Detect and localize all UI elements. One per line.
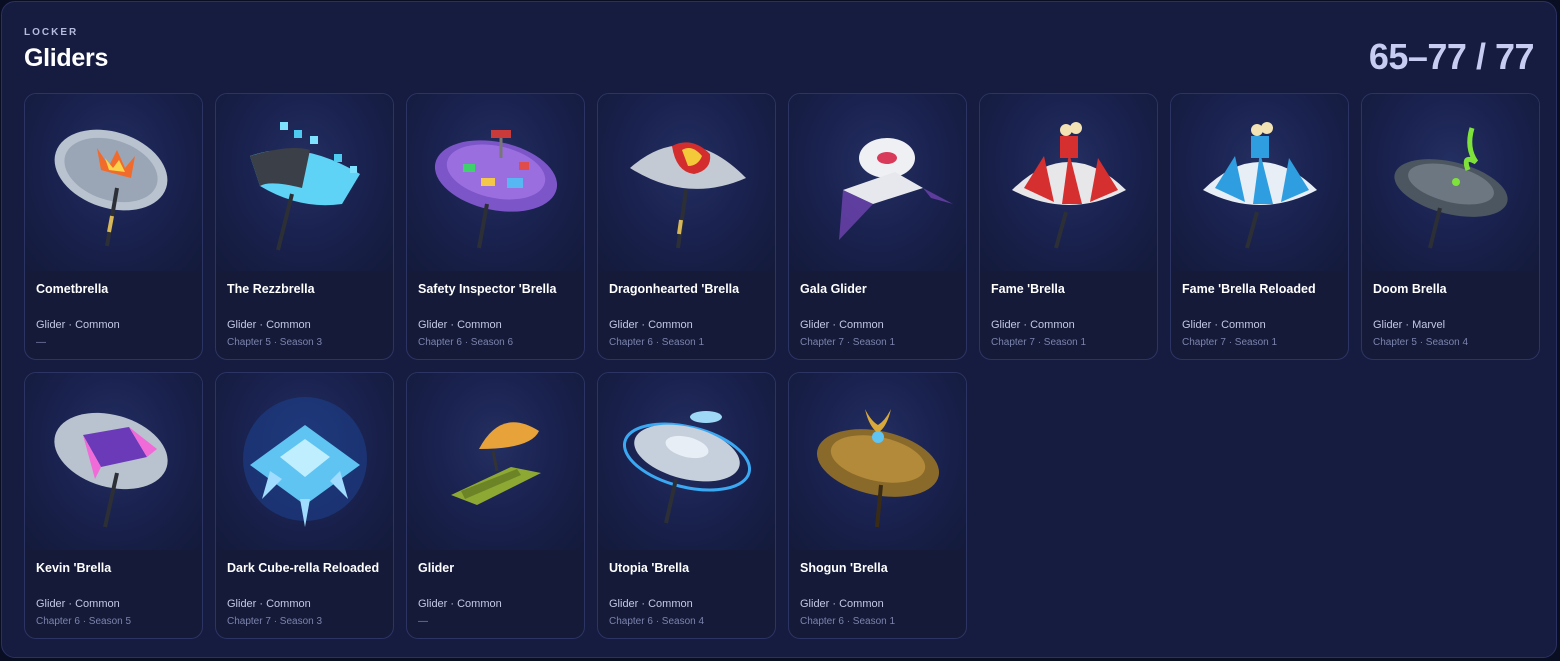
- glider-season: Chapter 7 · Season 1: [800, 337, 896, 348]
- item-count: 65–77 / 77: [1368, 36, 1535, 77]
- glider-name: Doom Brella: [1373, 282, 1447, 296]
- glider-season: Chapter 7 · Season 3: [227, 616, 323, 627]
- glider-card[interactable]: Kevin 'Brella Glider · Common Chapter 6 …: [24, 372, 203, 639]
- glider-meta: Glider · Common: [418, 319, 502, 331]
- glider-season: —: [418, 616, 428, 627]
- glider-name: Utopia 'Brella: [609, 561, 690, 575]
- kevin-brella-icon: [25, 373, 202, 550]
- glider-card[interactable]: Fame 'Brella Glider · Common Chapter 7 ·…: [979, 93, 1158, 360]
- glider-meta: Glider · Common: [609, 319, 693, 331]
- glider-name: Gala Glider: [800, 282, 867, 296]
- glider-grid: Cometbrella Glider · Common — The Rezzbr…: [24, 93, 1540, 639]
- rezzbrella-icon: [216, 94, 393, 271]
- glider-name: Shogun 'Brella: [800, 561, 888, 575]
- glider-name: Glider: [418, 561, 455, 575]
- locker-panel: LOCKER Gliders 65–77 / 77 Cometbrella Gl…: [1, 1, 1557, 658]
- gala-glider-icon: [789, 94, 966, 271]
- glider-season: —: [36, 337, 46, 348]
- glider-icon: [407, 373, 584, 550]
- dark-cube-rella-icon: [216, 373, 393, 550]
- glider-meta: Glider · Common: [36, 598, 120, 610]
- glider-card[interactable]: Cometbrella Glider · Common —: [24, 93, 203, 360]
- glider-season: Chapter 5 · Season 3: [227, 337, 323, 348]
- glider-name: The Rezzbrella: [227, 282, 315, 296]
- glider-meta: Glider · Common: [609, 598, 693, 610]
- glider-season: Chapter 5 · Season 4: [1373, 337, 1469, 348]
- utopia-brella-icon: [598, 373, 775, 550]
- glider-name: Kevin 'Brella: [36, 561, 112, 575]
- glider-season: Chapter 6 · Season 1: [800, 616, 896, 627]
- fame-brella-reloaded-icon: [1171, 94, 1348, 271]
- glider-card[interactable]: The Rezzbrella Glider · Common Chapter 5…: [215, 93, 394, 360]
- glider-meta: Glider · Common: [418, 598, 502, 610]
- glider-name: Dragonhearted 'Brella: [609, 282, 740, 296]
- glider-meta: Glider · Common: [36, 319, 120, 331]
- safety-inspector-brella-icon: [407, 94, 584, 271]
- glider-season: Chapter 7 · Season 1: [991, 337, 1087, 348]
- glider-name: Fame 'Brella: [991, 282, 1065, 296]
- glider-name: Cometbrella: [36, 282, 109, 296]
- glider-card[interactable]: Dragonhearted 'Brella Glider · Common Ch…: [597, 93, 776, 360]
- glider-name: Safety Inspector 'Brella: [418, 282, 557, 296]
- glider-card[interactable]: Fame 'Brella Reloaded Glider · Common Ch…: [1170, 93, 1349, 360]
- glider-name: Fame 'Brella Reloaded: [1182, 282, 1316, 296]
- glider-season: Chapter 7 · Season 1: [1182, 337, 1278, 348]
- glider-season: Chapter 6 · Season 4: [609, 616, 705, 627]
- doom-brella-icon: [1362, 94, 1539, 271]
- dragonhearted-brella-icon: [598, 94, 775, 271]
- glider-card[interactable]: Dark Cube-rella Reloaded Glider · Common…: [215, 372, 394, 639]
- glider-meta: Glider · Common: [800, 319, 884, 331]
- glider-card[interactable]: Utopia 'Brella Glider · Common Chapter 6…: [597, 372, 776, 639]
- glider-card[interactable]: Shogun 'Brella Glider · Common Chapter 6…: [788, 372, 967, 639]
- cometbrella-icon: [25, 94, 202, 271]
- glider-meta: Glider · Common: [1182, 319, 1266, 331]
- glider-card[interactable]: Doom Brella Glider · Marvel Chapter 5 · …: [1361, 93, 1540, 360]
- glider-season: Chapter 6 · Season 5: [36, 616, 132, 627]
- glider-season: Chapter 6 · Season 1: [609, 337, 705, 348]
- section-kicker: LOCKER: [24, 27, 79, 38]
- page-title: Gliders: [24, 44, 109, 72]
- glider-meta: Glider · Common: [800, 598, 884, 610]
- glider-card[interactable]: Safety Inspector 'Brella Glider · Common…: [406, 93, 585, 360]
- glider-meta: Glider · Common: [227, 598, 311, 610]
- glider-season: Chapter 6 · Season 6: [418, 337, 514, 348]
- shogun-brella-icon: [789, 373, 966, 550]
- glider-meta: Glider · Marvel: [1373, 319, 1446, 331]
- glider-name: Dark Cube-rella Reloaded: [227, 561, 380, 575]
- fame-brella-icon: [980, 94, 1157, 271]
- glider-card[interactable]: Gala Glider Glider · Common Chapter 7 · …: [788, 93, 967, 360]
- glider-card[interactable]: Glider Glider · Common —: [406, 372, 585, 639]
- glider-meta: Glider · Common: [227, 319, 311, 331]
- glider-meta: Glider · Common: [991, 319, 1075, 331]
